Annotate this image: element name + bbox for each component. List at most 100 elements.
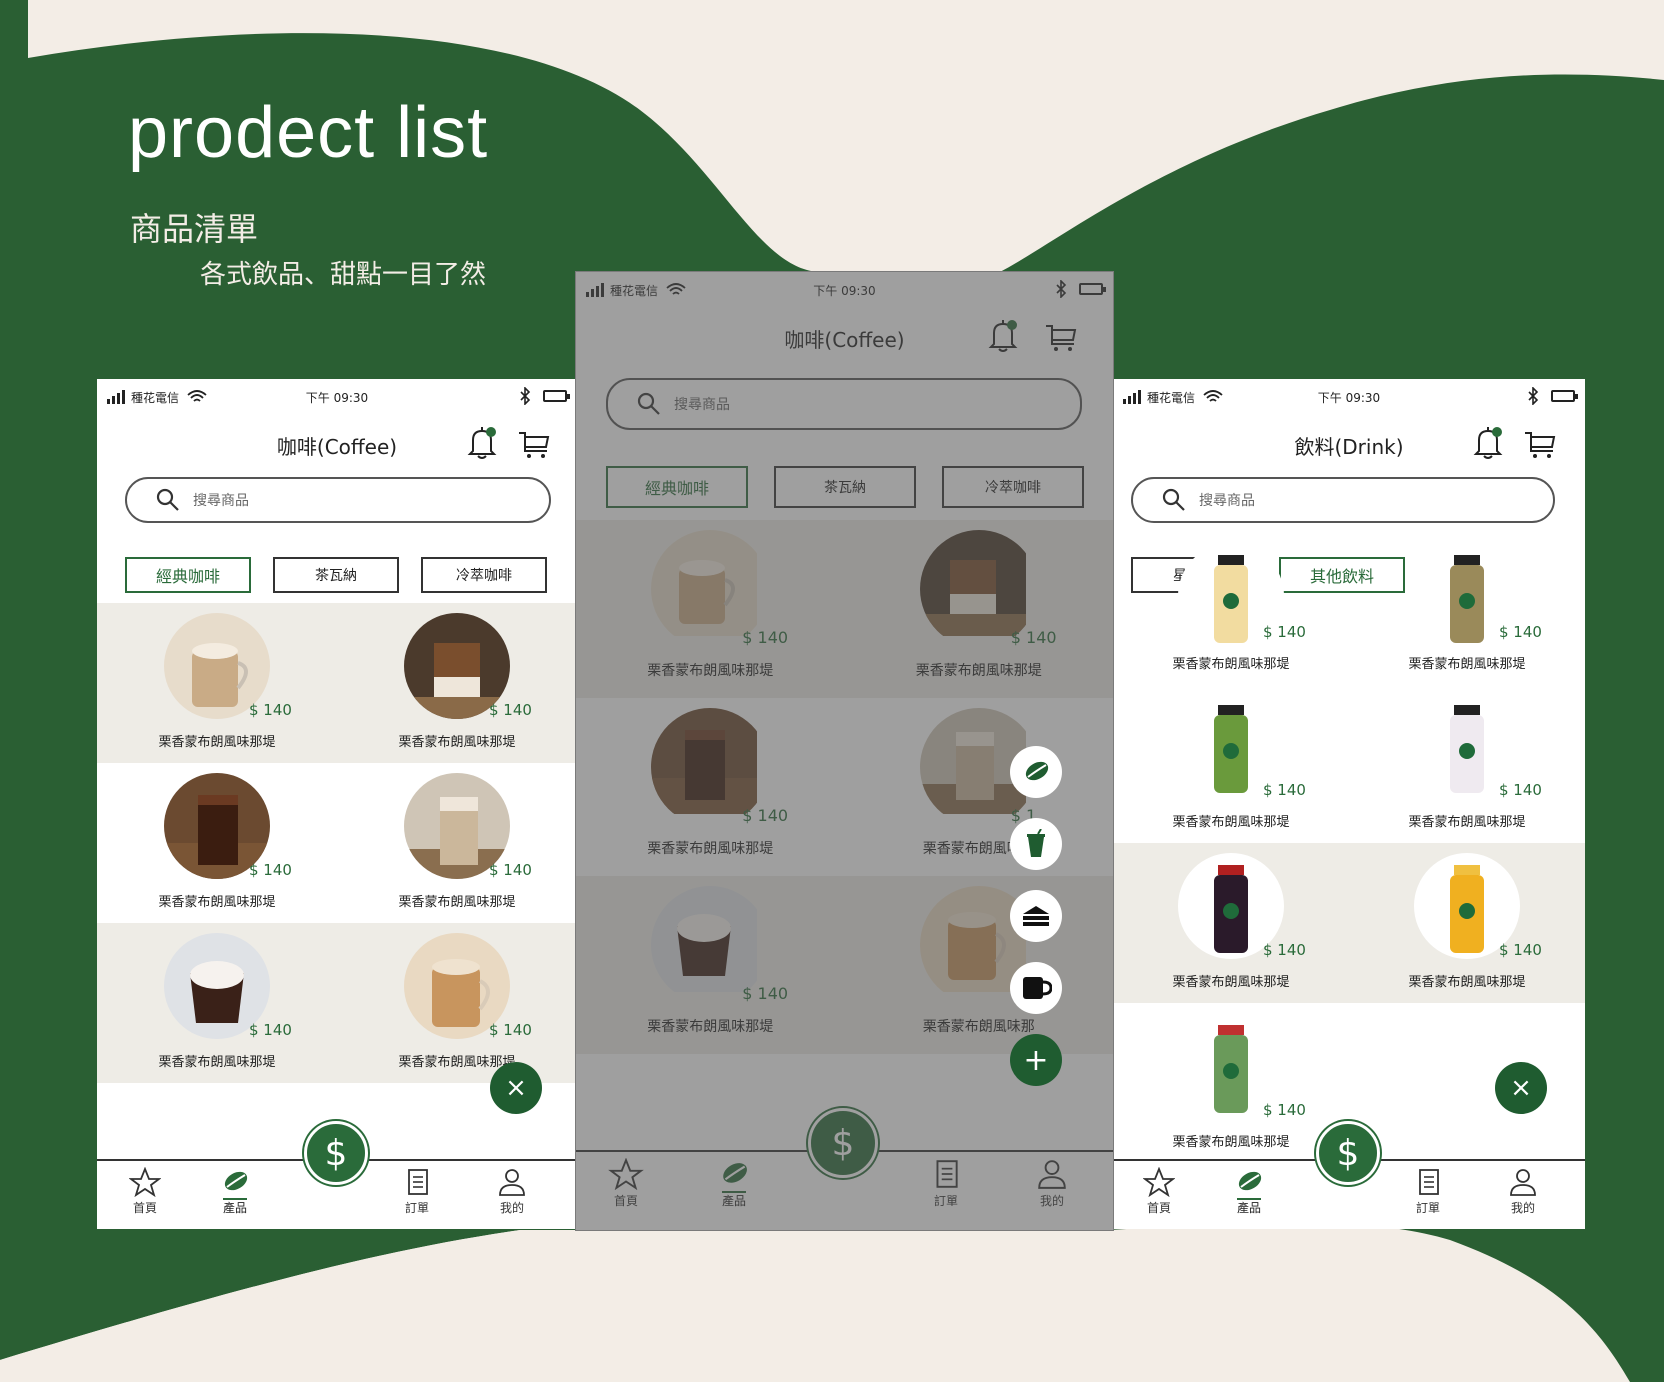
- tab-mine[interactable]: 我的: [1022, 1158, 1082, 1209]
- search-placeholder: 搜尋商品: [674, 397, 730, 413]
- product-card[interactable]: $ 140 栗香蒙布朗風味那堤: [337, 763, 577, 923]
- product-price: $ 140: [489, 1021, 532, 1039]
- cart-icon[interactable]: [517, 427, 551, 461]
- menu-sandwich-button[interactable]: [1010, 890, 1062, 942]
- notification-bell-icon[interactable]: [1473, 425, 1503, 461]
- user-icon: [499, 1169, 525, 1196]
- notification-bell-icon[interactable]: [467, 425, 497, 461]
- product-card[interactable]: $ 140 栗香蒙布朗風味那堤: [1349, 843, 1585, 1003]
- product-price: $ 140: [1263, 941, 1306, 959]
- menu-cold-drink-button[interactable]: [1010, 818, 1062, 870]
- star-icon: [608, 1158, 644, 1190]
- product-row: $ 140 栗香蒙布朗風味那堤 $ 140 栗香蒙布朗風味那堤: [1113, 543, 1585, 683]
- product-price: $ 140: [489, 701, 532, 719]
- search-placeholder: 搜尋商品: [193, 493, 249, 509]
- tab-mine[interactable]: 我的: [1493, 1167, 1553, 1216]
- product-card[interactable]: $ 140 栗香蒙布朗風味那堤: [1113, 683, 1349, 843]
- product-card[interactable]: $ 140 栗香蒙布朗風味那堤: [1113, 1003, 1349, 1163]
- battery-icon: [1079, 283, 1106, 295]
- product-row: $ 140 栗香蒙布朗風味那堤 $ 140 栗香蒙布朗風味那堤: [97, 923, 577, 1083]
- tab-orders[interactable]: 訂單: [916, 1158, 976, 1209]
- product-card[interactable]: $ 1栗香蒙布朗風味那: [845, 876, 1114, 1054]
- chip-cold-brew[interactable]: 冷萃咖啡: [421, 557, 547, 593]
- product-row: $ 140 栗香蒙布朗風味那堤 $ 140 栗香蒙布朗風味那堤: [1113, 683, 1585, 843]
- chip-cold-brew[interactable]: 冷萃咖啡: [942, 466, 1084, 508]
- product-price: $ 140: [1499, 781, 1542, 799]
- product-name: 栗香蒙布朗風味那堤: [398, 895, 516, 910]
- tab-home[interactable]: 首頁: [596, 1158, 656, 1209]
- notification-bell-icon[interactable]: [988, 318, 1018, 354]
- product-price: $ 140: [1263, 781, 1306, 799]
- product-name: 栗香蒙布朗風味那堤: [1172, 975, 1290, 990]
- page-title: 飲料(Drink): [1294, 435, 1404, 459]
- bluetooth-icon: [520, 387, 531, 405]
- tab-products[interactable]: 產品: [704, 1158, 764, 1209]
- chip-other-drinks[interactable]: 其他飲料: [1279, 557, 1405, 593]
- product-card[interactable]: $ 140 栗香蒙布朗風味那堤: [576, 876, 845, 1054]
- coffee-bean-icon: [723, 1163, 747, 1183]
- hero-tagline: 各式飲品、甜點一目了然: [200, 260, 487, 290]
- product-name: 栗香蒙布朗風味那堤: [158, 735, 276, 750]
- pay-button[interactable]: $: [304, 1121, 368, 1185]
- product-price: $ 140: [1499, 941, 1542, 959]
- product-card[interactable]: $ 140 栗香蒙布朗風味那堤: [337, 923, 577, 1083]
- coffee-bean-icon: [224, 1171, 248, 1191]
- battery-icon: [1551, 390, 1578, 402]
- wifi-icon: [666, 283, 686, 295]
- product-price: $ 140: [249, 701, 292, 719]
- product-card[interactable]: $ 140 栗香蒙布朗風味那堤: [337, 603, 577, 763]
- tab-home[interactable]: 首頁: [1129, 1167, 1189, 1216]
- product-price: $ 140: [249, 1021, 292, 1039]
- product-card[interactable]: $ 140 栗香蒙布朗風味那堤: [845, 520, 1114, 698]
- product-name: 栗香蒙布朗風味那堤: [1172, 1135, 1290, 1150]
- tab-orders[interactable]: 訂單: [1398, 1167, 1458, 1216]
- product-card[interactable]: $ 1栗香蒙布朗風味那: [845, 698, 1114, 876]
- product-card[interactable]: $ 140 栗香蒙布朗風味那堤: [1113, 843, 1349, 1003]
- category-chips: 經典咖啡 茶瓦納 冷萃咖啡: [125, 557, 547, 593]
- category-chips: 經典咖啡 茶瓦納 冷萃咖啡: [606, 466, 1084, 508]
- chip-teavana[interactable]: 茶瓦納: [774, 466, 916, 508]
- product-card[interactable]: $ 140 栗香蒙布朗風味那堤: [1349, 683, 1585, 843]
- product-price: $ 140: [742, 984, 789, 1003]
- chip-teavana[interactable]: 茶瓦納: [273, 557, 399, 593]
- add-fab[interactable]: +: [1010, 1034, 1062, 1086]
- search-input[interactable]: 搜尋商品: [125, 477, 551, 523]
- tab-products[interactable]: 產品: [205, 1167, 265, 1216]
- search-input[interactable]: 搜尋商品: [1131, 477, 1555, 523]
- cart-icon[interactable]: [1523, 427, 1557, 461]
- product-card[interactable]: $ 140 栗香蒙布朗風味那堤: [1349, 543, 1585, 683]
- signal-icon: [1123, 390, 1141, 404]
- close-fab[interactable]: ×: [1495, 1062, 1547, 1114]
- search-input[interactable]: 搜尋商品: [606, 378, 1082, 430]
- product-card[interactable]: $ 140 栗香蒙布朗風味那堤: [576, 520, 845, 698]
- product-price: $ 140: [489, 861, 532, 879]
- tab-orders[interactable]: 訂單: [387, 1167, 447, 1216]
- chip-classic-coffee[interactable]: 經典咖啡: [606, 466, 748, 508]
- close-fab[interactable]: ×: [490, 1062, 542, 1114]
- product-card[interactable]: $ 140 栗香蒙布朗風味那堤: [576, 698, 845, 876]
- chip-classic-coffee[interactable]: 經典咖啡: [125, 557, 251, 593]
- bottom-tab-bar: 首頁 產品 $ 訂單 我的: [97, 1121, 577, 1229]
- product-name: 栗香蒙布朗風味那堤: [398, 1055, 516, 1070]
- cart-icon[interactable]: [1044, 320, 1078, 354]
- tab-home[interactable]: 首頁: [115, 1167, 175, 1216]
- tab-products[interactable]: 產品: [1219, 1167, 1279, 1216]
- pay-button[interactable]: $: [808, 1108, 878, 1178]
- product-card[interactable]: $ 140 栗香蒙布朗風味那堤: [1113, 543, 1349, 683]
- pay-button[interactable]: $: [1316, 1121, 1380, 1185]
- signal-icon: [107, 390, 125, 404]
- product-price: $ 140: [1263, 1101, 1306, 1119]
- tab-mine[interactable]: 我的: [482, 1167, 542, 1216]
- product-card[interactable]: [1349, 1003, 1585, 1163]
- product-card[interactable]: $ 140 栗香蒙布朗風味那堤: [97, 603, 337, 763]
- product-price: $ 140: [1010, 628, 1057, 647]
- product-card[interactable]: $ 140 栗香蒙布朗風味那堤: [97, 763, 337, 923]
- menu-mug-button[interactable]: [1010, 962, 1062, 1014]
- product-name: 栗香蒙布朗風味那: [922, 841, 1035, 857]
- product-card[interactable]: $ 140 栗香蒙布朗風味那堤: [97, 923, 337, 1083]
- menu-coffee-bean-button[interactable]: [1010, 746, 1062, 798]
- product-name: 栗香蒙布朗風味那堤: [398, 735, 516, 750]
- phone-coffee-menu-open: 種花電信 下午 09:30 咖啡(Coffee) 搜尋商品 經典咖啡 茶瓦納 冷…: [576, 272, 1113, 1230]
- product-name: 栗香蒙布朗風味那堤: [1408, 975, 1526, 990]
- app-bar: 飲料(Drink): [1113, 419, 1585, 469]
